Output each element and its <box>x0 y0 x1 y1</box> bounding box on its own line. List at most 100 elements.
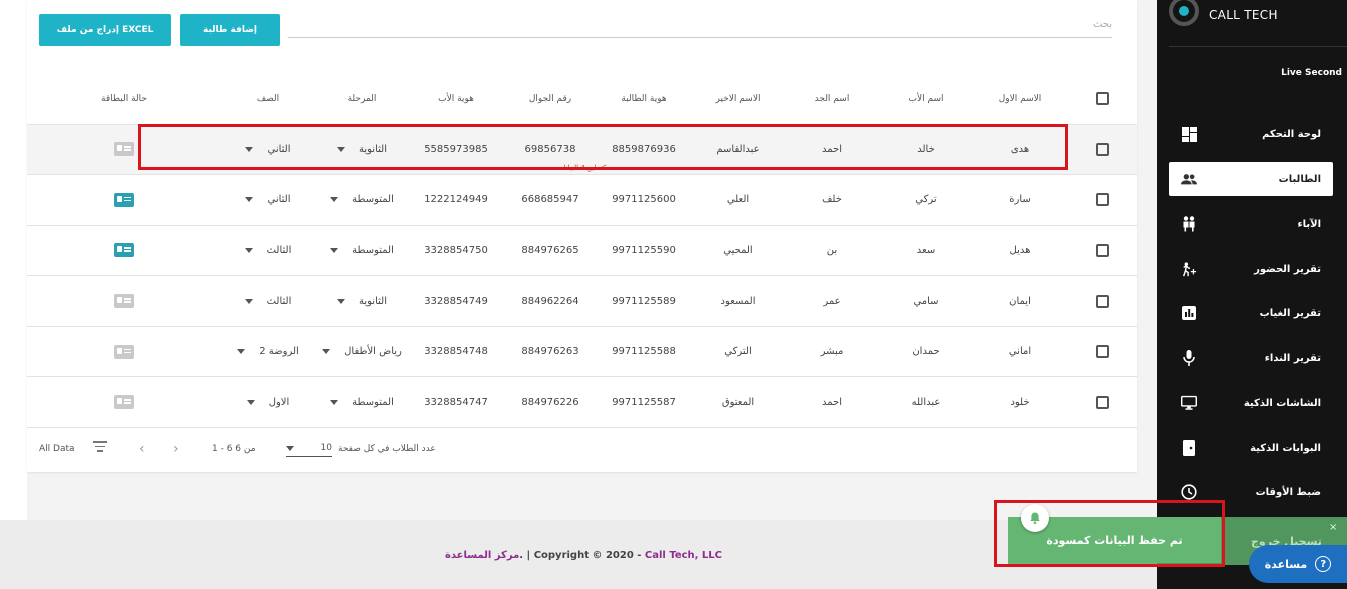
id-card-icon[interactable] <box>114 192 134 207</box>
column-header[interactable]: حالة البطاقة <box>27 74 221 124</box>
sidebar-item[interactable]: الشاشات الذكية <box>1169 386 1333 420</box>
column-header[interactable]: هوية الطالبة <box>597 74 691 124</box>
table-row[interactable]: سارة تركي خلف العلي 9971125600 668685947 12221… <box>27 174 1137 226</box>
id-card-icon[interactable] <box>114 395 134 410</box>
column-header[interactable]: اسم الجد <box>785 74 879 124</box>
close-icon[interactable]: × <box>1329 522 1337 533</box>
stage-select[interactable]: رياض الأطفال <box>322 346 402 357</box>
grade-value: الروضة 2 <box>259 346 299 358</box>
chevron-right-icon[interactable]: › <box>173 441 179 457</box>
column-header[interactable]: هوية الأب <box>409 74 503 124</box>
dashboard-icon <box>1181 126 1197 142</box>
cell-student-id: 9971125587 <box>612 396 676 408</box>
cell-first: هدى <box>1010 143 1030 155</box>
id-card-icon[interactable] <box>114 142 134 157</box>
cell-father: سعد <box>916 244 936 256</box>
cell-last: المحيي <box>723 244 753 256</box>
stage-select[interactable]: المتوسطة <box>330 397 394 408</box>
search-input[interactable] <box>288 12 1112 37</box>
row-checkbox[interactable] <box>1095 193 1109 207</box>
stage-value: المتوسطة <box>352 244 394 256</box>
cell-grand: بن <box>826 244 838 256</box>
attendance-icon <box>1181 261 1197 277</box>
column-header[interactable]: المرحلة <box>315 74 409 124</box>
sidebar-item[interactable]: الطالبات <box>1169 162 1333 196</box>
row-checkbox[interactable] <box>1095 142 1109 156</box>
cell-mobile: 884962264 <box>521 295 579 307</box>
footer-text: مركز المساعدة. | Copyright © 2020 - Call… <box>445 550 722 561</box>
cell-student-id: 9971125600 <box>612 194 676 206</box>
row-checkbox[interactable] <box>1095 395 1109 409</box>
cell-grand: مبشر <box>820 346 844 358</box>
students-table: الاسم الاول اسم الأب اسم الجد الاسم الاخ… <box>27 74 1137 428</box>
grade-select[interactable]: الاول <box>246 396 290 408</box>
chevron-down-icon <box>245 197 254 203</box>
cell-first: ايمان <box>1009 295 1031 307</box>
sidebar-item-label: الآباء <box>1297 218 1322 230</box>
sidebar-item[interactable]: البوابات الذكية <box>1169 431 1333 465</box>
grade-select[interactable]: الثاني <box>245 194 291 206</box>
cell-grand: احمد <box>822 396 842 408</box>
table-row[interactable]: اماني حمدان مبشر التركي 9971125588 884976263 3… <box>27 326 1137 377</box>
id-card-icon[interactable] <box>114 344 134 359</box>
cell-father: خالد <box>917 143 935 155</box>
stage-select[interactable]: المتوسطة <box>330 245 394 256</box>
logo-text: CALL TECH <box>1209 8 1278 22</box>
column-header[interactable]: رقم الجوال <box>503 74 597 124</box>
sidebar-item[interactable]: لوحة التحكم <box>1169 117 1333 151</box>
cell-father-id: 5585973985 <box>424 143 488 155</box>
help-button[interactable]: ? مساعدة <box>1249 545 1347 583</box>
add-student-button[interactable]: إضافة طالبة <box>180 14 280 46</box>
cell-first: هديل <box>1009 244 1031 256</box>
sidebar-item-label: تقرير الحضور <box>1254 263 1321 275</box>
sidebar-item[interactable]: تقرير الغياب <box>1169 296 1333 330</box>
id-card-icon[interactable] <box>114 294 134 309</box>
page-range: 1 - 6 من 6 <box>212 444 256 454</box>
cell-last: العلي <box>726 194 750 206</box>
grade-select[interactable]: الثالث <box>244 245 291 256</box>
grade-value: الثاني <box>267 194 291 206</box>
logo[interactable]: CALL TECH <box>1169 0 1278 30</box>
column-header[interactable]: اسم الأب <box>879 74 973 124</box>
grade-select[interactable]: الروضة 2 <box>237 346 299 357</box>
row-checkbox[interactable] <box>1095 345 1109 359</box>
column-header[interactable]: الصف <box>221 74 315 124</box>
column-header[interactable]: الاسم الاخير <box>691 74 785 124</box>
stage-value: رياض الأطفال <box>344 346 402 358</box>
table-row[interactable]: خلود عبدالله احمد المعتوق 9971125587 88497622… <box>27 376 1137 428</box>
user-name: Live Second <box>1281 68 1342 78</box>
row-checkbox[interactable] <box>1095 294 1109 308</box>
sidebar-item[interactable]: الآباء <box>1169 207 1333 241</box>
grade-select[interactable]: الثاني <box>245 144 291 155</box>
stage-select[interactable]: المتوسطة <box>330 194 394 205</box>
sidebar-item[interactable]: ضبط الأوقات <box>1169 475 1333 509</box>
cell-mobile: 884976265 <box>521 244 579 256</box>
chevron-down-icon <box>337 146 345 152</box>
table-row[interactable]: هديل سعد بن المحيي 9971125590 884976265 332885… <box>27 225 1137 276</box>
grade-select[interactable]: الثالث <box>244 296 291 307</box>
stage-select[interactable]: الثانوية <box>337 296 387 307</box>
cell-father: سامي <box>913 295 939 307</box>
id-card-icon[interactable] <box>114 243 134 258</box>
cell-last: المسعود <box>720 295 756 307</box>
brand-link[interactable]: Call Tech, LLC <box>645 550 722 561</box>
select-all-checkbox[interactable] <box>1095 92 1109 106</box>
search-field <box>288 12 1112 38</box>
sidebar-item[interactable]: تقرير النداء <box>1169 341 1333 375</box>
report-icon <box>1181 305 1197 321</box>
grade-value: الاول <box>268 396 290 408</box>
filter-icon[interactable] <box>93 441 107 455</box>
cell-mobile: 884976263 <box>521 346 579 358</box>
chevron-left-icon[interactable]: ‹ <box>139 441 145 457</box>
help-center-link[interactable]: مركز المساعدة <box>445 550 519 561</box>
chevron-down-icon <box>337 298 345 304</box>
sidebar-item[interactable]: تقرير الحضور <box>1169 252 1333 286</box>
import-excel-button[interactable]: إدراج من ملف EXCEL <box>39 14 171 46</box>
row-checkbox[interactable] <box>1095 243 1109 257</box>
all-data-label[interactable]: All Data <box>39 444 75 454</box>
per-page-select[interactable]: 10 <box>286 443 332 457</box>
chevron-down-icon <box>237 349 246 355</box>
stage-select[interactable]: الثانوية <box>337 144 387 155</box>
column-header[interactable]: الاسم الاول <box>973 74 1067 124</box>
table-row[interactable]: ايمان سامي عمر المسعود 9971125589 884962264 33… <box>27 275 1137 327</box>
